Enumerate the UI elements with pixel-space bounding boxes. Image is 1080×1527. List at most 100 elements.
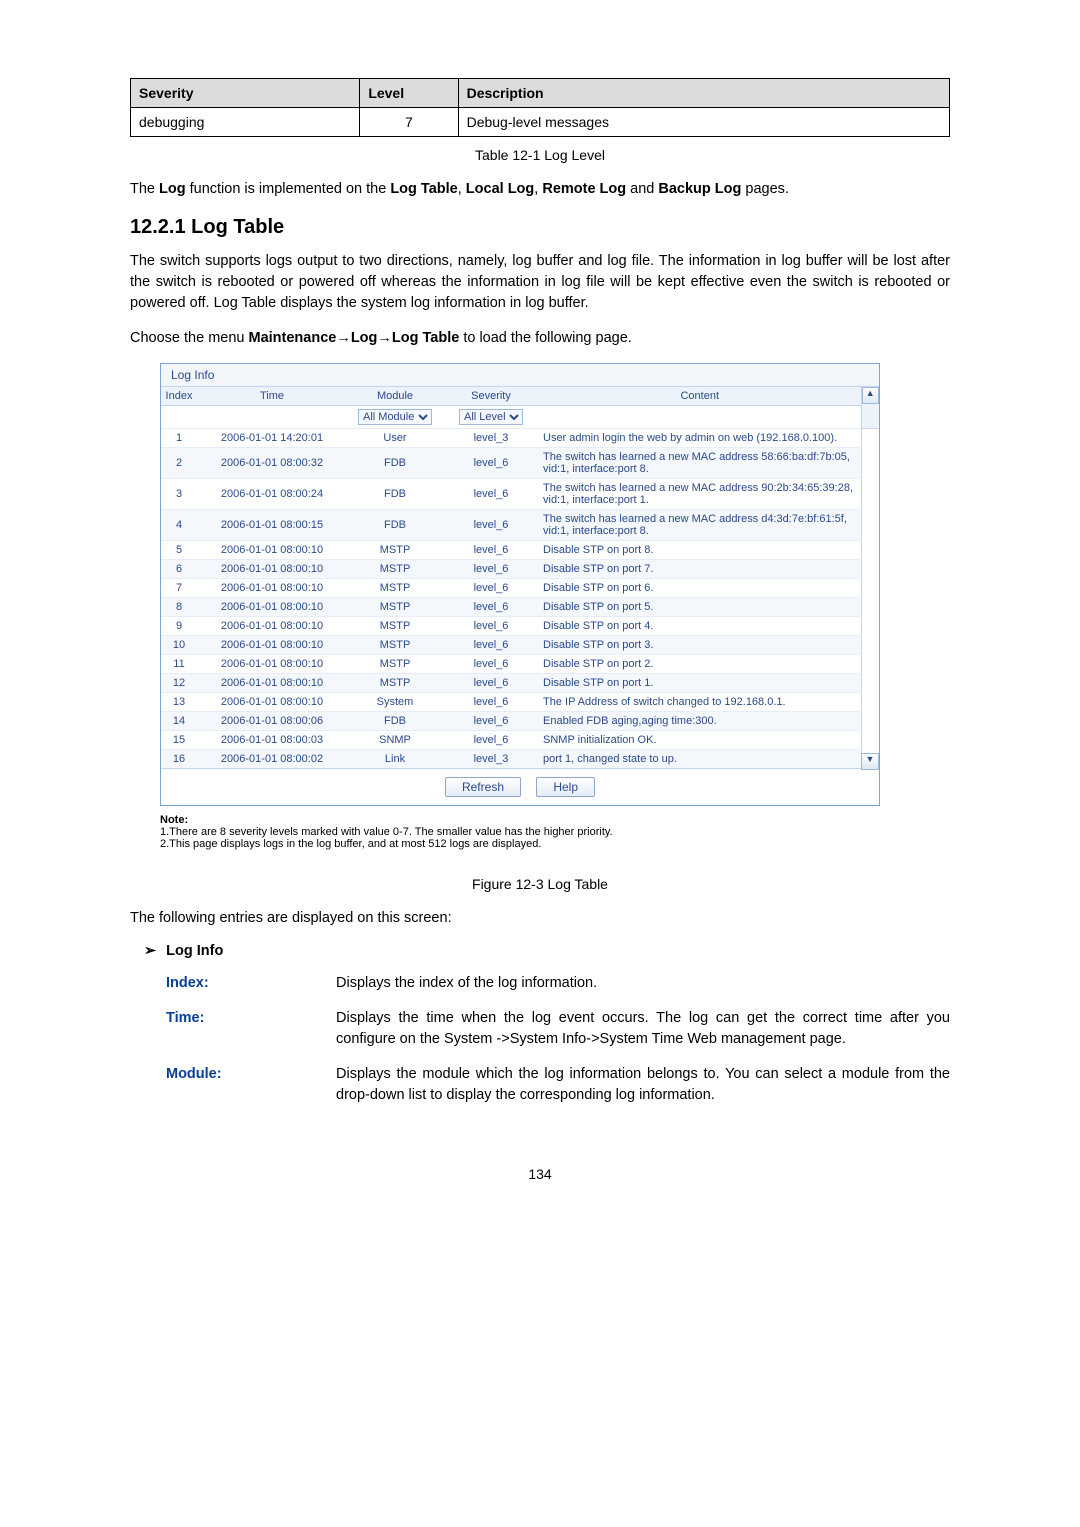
cell: Link — [347, 750, 443, 769]
cell: level_6 — [443, 541, 539, 560]
table-row: 52006-01-01 08:00:10MSTPlevel_6Disable S… — [161, 541, 879, 560]
cell: port 1, changed state to up. — [539, 750, 861, 769]
cell: 13 — [161, 693, 197, 712]
cell: 12 — [161, 674, 197, 693]
scrollbar[interactable]: ▲ — [861, 387, 879, 429]
section-heading: 12.2.1 Log Table — [130, 216, 950, 239]
module-filter-select[interactable]: All Module — [358, 409, 432, 425]
note-line-2: 2.This page displays logs in the log buf… — [160, 838, 880, 850]
table-row: 22006-01-01 08:00:32FDBlevel_6The switch… — [161, 448, 879, 479]
cell: level_6 — [443, 560, 539, 579]
severity-filter-select[interactable]: All Level — [459, 409, 523, 425]
def-body-index: Displays the index of the log informatio… — [336, 973, 950, 994]
scroll-up-icon[interactable]: ▲ — [862, 387, 880, 404]
cell: level_6 — [443, 510, 539, 541]
cell: 16 — [161, 750, 197, 769]
table-row: 102006-01-01 08:00:10MSTPlevel_6Disable … — [161, 636, 879, 655]
cell: Disable STP on port 2. — [539, 655, 861, 674]
cell-description: Debug-level messages — [458, 108, 949, 137]
col-module: Module — [347, 387, 443, 406]
cell: level_3 — [443, 429, 539, 448]
nav-paragraph: Choose the menu Maintenance→Log→Log Tabl… — [130, 328, 950, 349]
help-button[interactable]: Help — [536, 777, 595, 797]
th-severity: Severity — [131, 79, 360, 108]
cell: 2 — [161, 448, 197, 479]
col-index: Index — [161, 387, 197, 406]
refresh-button[interactable]: Refresh — [445, 777, 521, 797]
cell: Disable STP on port 8. — [539, 541, 861, 560]
cell: User — [347, 429, 443, 448]
cell: MSTP — [347, 636, 443, 655]
cell: The switch has learned a new MAC address… — [539, 510, 861, 541]
cell: System — [347, 693, 443, 712]
cell: 4 — [161, 510, 197, 541]
cell: level_6 — [443, 479, 539, 510]
cell: 2006-01-01 08:00:24 — [197, 479, 347, 510]
th-level: Level — [360, 79, 458, 108]
cell: 2006-01-01 08:00:10 — [197, 636, 347, 655]
cell: MSTP — [347, 655, 443, 674]
desc-paragraph: The switch supports logs output to two d… — [130, 251, 950, 314]
def-body-module: Displays the module which the log inform… — [336, 1064, 950, 1106]
cell-level: 7 — [360, 108, 458, 137]
cell: 3 — [161, 479, 197, 510]
cell: MSTP — [347, 617, 443, 636]
note-title: Note: — [160, 814, 880, 826]
table-row: 142006-01-01 08:00:06FDBlevel_6Enabled F… — [161, 712, 879, 731]
cell: level_3 — [443, 750, 539, 769]
table-row: 122006-01-01 08:00:10MSTPlevel_6Disable … — [161, 674, 879, 693]
cell: Disable STP on port 5. — [539, 598, 861, 617]
panel-title: Log Info — [161, 364, 879, 387]
table-row: 42006-01-01 08:00:15FDBlevel_6The switch… — [161, 510, 879, 541]
cell: 2006-01-01 08:00:06 — [197, 712, 347, 731]
cell: MSTP — [347, 598, 443, 617]
cell: SNMP initialization OK. — [539, 731, 861, 750]
cell: level_6 — [443, 731, 539, 750]
cell: 6 — [161, 560, 197, 579]
figure-caption: Figure 12-3 Log Table — [130, 876, 950, 892]
cell: 2006-01-01 08:00:10 — [197, 598, 347, 617]
cell: 2006-01-01 08:00:10 — [197, 617, 347, 636]
cell: User admin login the web by admin on web… — [539, 429, 861, 448]
def-term-index: Index: — [130, 973, 336, 994]
cell: Enabled FDB aging,aging time:300. — [539, 712, 861, 731]
col-severity: Severity — [443, 387, 539, 406]
cell: MSTP — [347, 579, 443, 598]
cell: 5 — [161, 541, 197, 560]
intro-paragraph: The Log function is implemented on the L… — [130, 179, 950, 200]
table-row: 162006-01-01 08:00:02Linklevel_3port 1, … — [161, 750, 879, 769]
table-row: 72006-01-01 08:00:10MSTPlevel_6Disable S… — [161, 579, 879, 598]
cell: 2006-01-01 08:00:32 — [197, 448, 347, 479]
cell: The switch has learned a new MAC address… — [539, 448, 861, 479]
cell: level_6 — [443, 617, 539, 636]
cell: level_6 — [443, 448, 539, 479]
cell: MSTP — [347, 541, 443, 560]
subheading: ➢Log Info — [144, 943, 950, 959]
cell: level_6 — [443, 655, 539, 674]
table-row: 132006-01-01 08:00:10Systemlevel_6The IP… — [161, 693, 879, 712]
cell: 8 — [161, 598, 197, 617]
cell: Disable STP on port 3. — [539, 636, 861, 655]
th-description: Description — [458, 79, 949, 108]
col-time: Time — [197, 387, 347, 406]
table-row: 82006-01-01 08:00:10MSTPlevel_6Disable S… — [161, 598, 879, 617]
table-caption: Table 12-1 Log Level — [130, 147, 950, 163]
scroll-down-icon[interactable]: ▼ — [861, 753, 879, 770]
cell: level_6 — [443, 693, 539, 712]
cell: Disable STP on port 4. — [539, 617, 861, 636]
cell: FDB — [347, 712, 443, 731]
cell: The IP Address of switch changed to 192.… — [539, 693, 861, 712]
cell: 9 — [161, 617, 197, 636]
col-content: Content — [539, 387, 861, 406]
note-block: Note: 1.There are 8 severity levels mark… — [160, 814, 880, 850]
cell-severity: debugging — [131, 108, 360, 137]
def-term-module: Module: — [130, 1064, 336, 1106]
cell: level_6 — [443, 579, 539, 598]
cell: level_6 — [443, 712, 539, 731]
table-row: 152006-01-01 08:00:03SNMPlevel_6SNMP ini… — [161, 731, 879, 750]
cell: level_6 — [443, 636, 539, 655]
cell: 2006-01-01 08:00:03 — [197, 731, 347, 750]
def-body-time: Displays the time when the log event occ… — [336, 1008, 950, 1050]
cell: Disable STP on port 1. — [539, 674, 861, 693]
note-line-1: 1.There are 8 severity levels marked wit… — [160, 826, 880, 838]
